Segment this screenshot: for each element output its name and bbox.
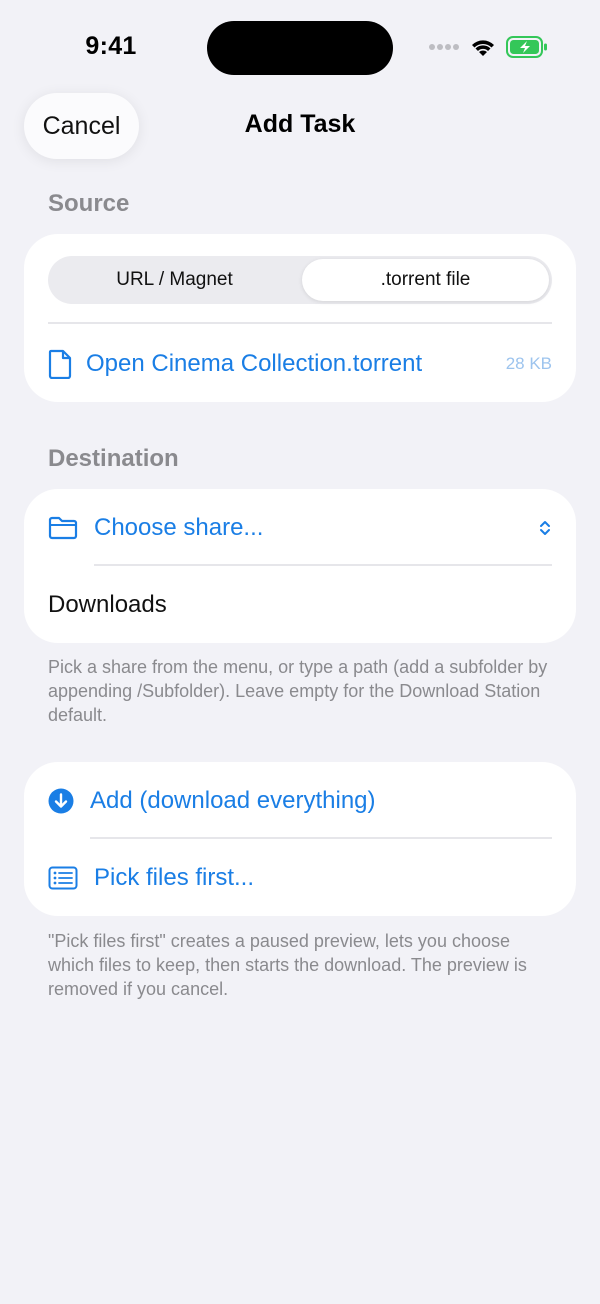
source-header: Source: [48, 190, 130, 217]
segment-url-magnet[interactable]: URL / Magnet: [51, 259, 298, 301]
source-segmented-control: URL / Magnet .torrent file: [48, 256, 552, 304]
source-card: URL / Magnet .torrent file Open Cinema C…: [24, 234, 576, 402]
destination-path-value: Downloads: [48, 591, 167, 618]
open-torrent-file-row[interactable]: Open Cinema Collection.torrent 28 KB: [48, 340, 552, 388]
choose-share-picker[interactable]: Choose share...: [48, 503, 552, 553]
actions-card: Add (download everything) Pick files fir…: [24, 762, 576, 916]
add-download-everything-button[interactable]: Add (download everything): [48, 776, 552, 826]
dynamic-island: [207, 21, 393, 75]
destination-path-field[interactable]: Downloads: [48, 581, 552, 629]
destination-header: Destination: [48, 445, 179, 472]
segment-torrent-file[interactable]: .torrent file: [302, 259, 549, 301]
pick-files-first-label: Pick files first...: [94, 864, 255, 891]
document-icon: [48, 349, 72, 379]
folder-icon: [48, 516, 78, 540]
battery-charging-icon: [506, 36, 548, 58]
pick-files-first-button[interactable]: Pick files first...: [48, 853, 552, 903]
choose-share-label: Choose share...: [94, 514, 264, 541]
wifi-icon: [470, 37, 496, 57]
status-time: 9:41: [85, 32, 137, 60]
list-icon: [48, 866, 78, 890]
chevron-up-down-icon: [538, 518, 552, 538]
divider: [90, 837, 552, 839]
actions-footnote: "Pick files first" creates a paused prev…: [48, 931, 527, 999]
navigation-bar: Cancel Add Task: [0, 93, 600, 159]
destination-footnote: Pick a share from the menu, or type a pa…: [48, 657, 548, 725]
signal-icon: [428, 43, 460, 51]
page-title: Add Task: [244, 110, 356, 138]
divider: [48, 322, 552, 324]
file-size: 28 KB: [505, 354, 552, 373]
arrow-down-circle-icon: [48, 788, 74, 814]
status-bar: 9:41: [0, 0, 600, 96]
torrent-file-name: Open Cinema Collection.torrent: [86, 350, 423, 377]
status-icons: [428, 36, 548, 58]
divider: [94, 564, 552, 566]
add-download-everything-label: Add (download everything): [90, 787, 376, 814]
destination-card: Choose share... Downloads: [24, 489, 576, 643]
